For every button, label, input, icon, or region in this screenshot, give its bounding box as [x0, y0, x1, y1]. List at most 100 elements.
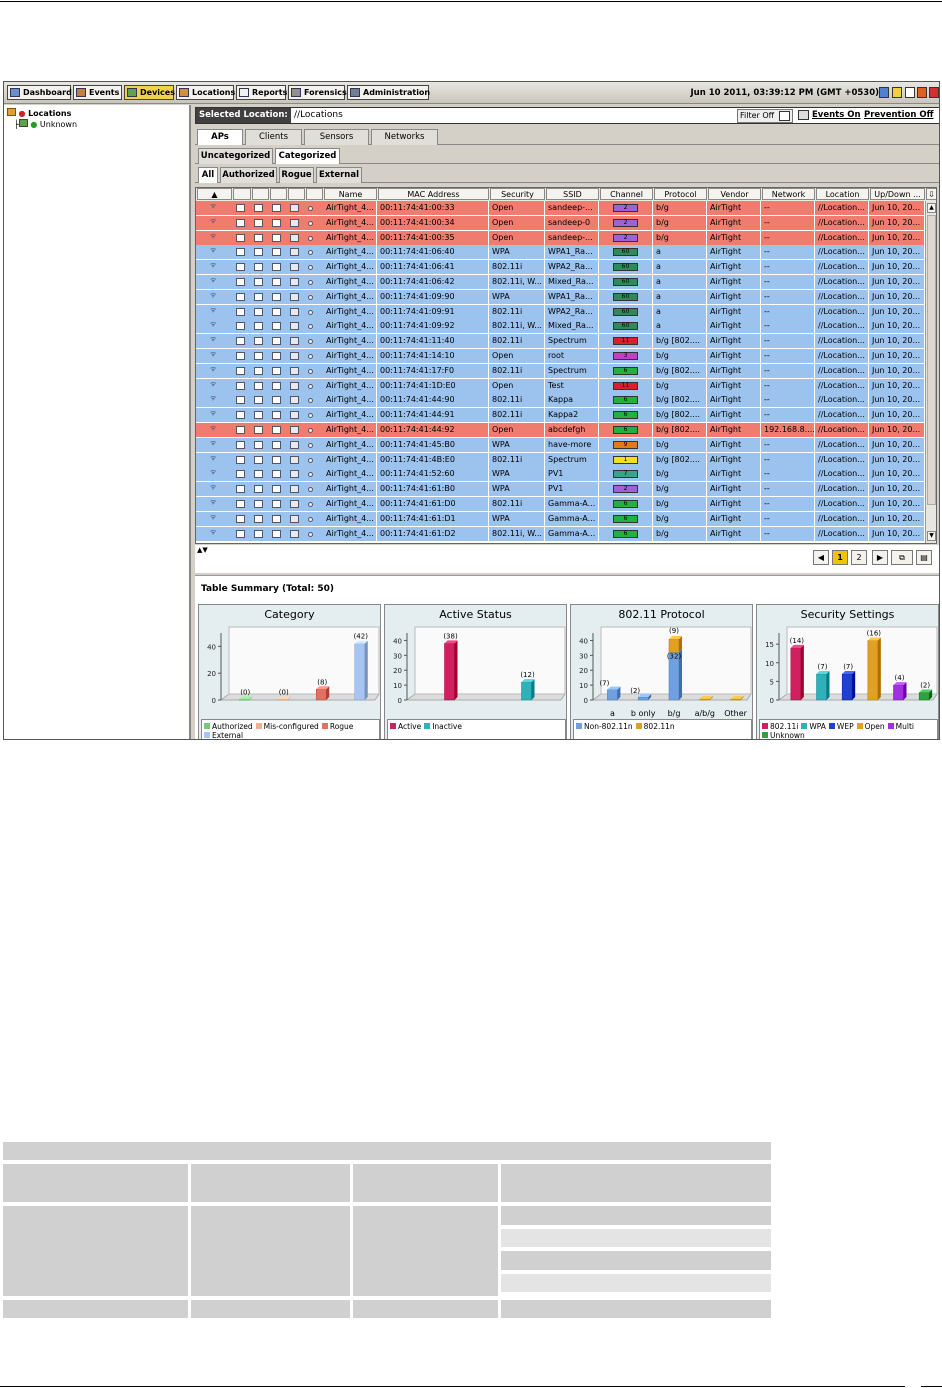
- tree-node-locations[interactable]: ● Locations: [7, 108, 71, 118]
- table-row[interactable]: ᯤ AirTight_4... 00:11:74:41:11:40 802.11i Sp…: [196, 334, 925, 350]
- cell-protocol: b/g [802....: [654, 452, 707, 467]
- column-header-channel[interactable]: Channel: [600, 188, 653, 200]
- tree-node-unknown[interactable]: ├ ● Unknown: [14, 119, 77, 129]
- cell-text: WPA2_Ra...: [548, 262, 593, 272]
- column-header-updown[interactable]: Up/Down ...: [870, 188, 925, 200]
- table-row[interactable]: ᯤ AirTight_4... 00:11:74:41:61:B0 WPA PV1 2 b/…: [196, 482, 925, 498]
- shield-icon: [290, 500, 299, 508]
- prev-page-button[interactable]: ◀: [813, 550, 829, 565]
- column-header-location[interactable]: Location: [816, 188, 869, 200]
- tab-rogue[interactable]: Rogue: [279, 167, 314, 183]
- tab-authorized[interactable]: Authorized: [220, 167, 277, 183]
- cell-text: //Location...: [818, 365, 865, 375]
- table-row[interactable]: ᯤ AirTight_4... 00:11:74:41:06:40 WPA WPA1_R…: [196, 245, 925, 261]
- bar: [699, 698, 711, 701]
- page-button-1[interactable]: 1: [832, 550, 848, 565]
- table-row[interactable]: ᯤ AirTight_4... 00:11:74:41:09:90 WPA WPA1_R…: [196, 289, 925, 305]
- table-scrollbar[interactable]: ▲ ▼: [925, 201, 936, 543]
- column-header-icon[interactable]: [288, 188, 305, 200]
- prevention-off-link[interactable]: Prevention Off: [864, 108, 933, 123]
- tab-uncategorized[interactable]: Uncategorized: [198, 148, 273, 164]
- column-header-icon[interactable]: [270, 188, 287, 200]
- tab-networks[interactable]: Networks: [371, 129, 438, 145]
- collapse-icon[interactable]: ▲▼: [197, 546, 208, 554]
- column-header-mac[interactable]: MAC Address: [378, 188, 489, 200]
- column-header-security[interactable]: Security: [490, 188, 545, 200]
- table-row[interactable]: ᯤ AirTight_4... 00:11:74:41:1D:E0 Open Test 1…: [196, 378, 925, 394]
- forensics-icon: [291, 88, 301, 97]
- tab-all[interactable]: All: [198, 167, 218, 183]
- table-row[interactable]: ᯤ AirTight_4... 00:11:74:41:17:F0 802.11i Sp…: [196, 363, 925, 379]
- table-row[interactable]: ᯤ AirTight_4... 00:11:74:41:44:90 802.11i Ka…: [196, 393, 925, 409]
- scroll-up-icon[interactable]: ▲: [927, 203, 936, 213]
- forensics-button[interactable]: Forensics: [288, 85, 347, 100]
- table-row[interactable]: ᯤ AirTight_4... 00:11:74:41:52:60 WPA PV1 7 b/…: [196, 467, 925, 483]
- table-row[interactable]: ᯤ AirTight_4... 00:11:74:41:44:91 802.11i Ka…: [196, 408, 925, 424]
- column-header-icon[interactable]: [252, 188, 269, 200]
- dashboard-button[interactable]: Dashboard: [7, 85, 72, 100]
- cell-protocol: b/g: [654, 230, 707, 245]
- column-header-icon[interactable]: [233, 188, 251, 200]
- sort-column-header[interactable]: ▲: [197, 188, 232, 200]
- table-row[interactable]: ᯤ AirTight_4... 00:11:74:41:45:B0 WPA have-m…: [196, 437, 925, 453]
- table-row[interactable]: ᯤ AirTight_4... 00:11:74:41:00:33 Open sande…: [196, 201, 925, 216]
- legend-item: WPA: [801, 722, 826, 731]
- events-button[interactable]: Events: [73, 85, 122, 100]
- cell-location: //Location...: [816, 304, 869, 319]
- column-header-vendor[interactable]: Vendor: [708, 188, 761, 200]
- reports-button[interactable]: Reports: [236, 85, 287, 100]
- devices-button[interactable]: Devices: [124, 85, 175, 100]
- tab-sensors[interactable]: Sensors: [304, 129, 369, 145]
- cell-network: --: [762, 378, 815, 393]
- column-header-name[interactable]: Name: [324, 188, 377, 200]
- table-row[interactable]: ᯤ AirTight_4... 00:11:74:41:61:D0 802.11i Ga…: [196, 497, 925, 512]
- table-row[interactable]: ᯤ AirTight_4... 00:11:74:41:14:10 Open root 3…: [196, 349, 925, 364]
- table-row[interactable]: ᯤ AirTight_4... 00:11:74:41:09:92 802.11i, …: [196, 319, 925, 335]
- column-chooser-icon[interactable]: ⇩: [926, 188, 936, 200]
- table-row[interactable]: ᯤ AirTight_4... 00:11:74:41:00:34 Open sande…: [196, 215, 925, 231]
- tab-external[interactable]: External: [316, 167, 362, 183]
- table-row[interactable]: ᯤ AirTight_4... 00:11:74:41:44:92 Open abcde…: [196, 423, 925, 438]
- legend-label: Active: [398, 722, 422, 731]
- list-icon[interactable]: [905, 87, 915, 98]
- filter-toggle[interactable]: Filter Off: [737, 109, 794, 123]
- scroll-thumb[interactable]: [927, 215, 936, 505]
- table-row[interactable]: ᯤ AirTight_4... 00:11:74:41:09:91 802.11i WP…: [196, 304, 925, 320]
- table-row[interactable]: ᯤ AirTight_4... 00:11:74:41:06:41 802.11i WP…: [196, 260, 925, 276]
- settings-icon[interactable]: [917, 87, 927, 98]
- table-row[interactable]: ᯤ AirTight_4... 00:11:74:41:61:D2 802.11i, …: [196, 526, 925, 542]
- cell-network: --: [762, 319, 815, 334]
- scroll-down-icon[interactable]: ▼: [927, 531, 936, 541]
- signal-icon: [272, 485, 281, 494]
- column-header-network[interactable]: Network: [762, 188, 815, 200]
- tab-categorized[interactable]: Categorized: [275, 148, 340, 164]
- column-header-ssid[interactable]: SSID: [546, 188, 599, 200]
- cell-text: 00:11:74:41:61:B0: [380, 484, 455, 494]
- print-icon[interactable]: ▤: [916, 550, 932, 565]
- cell-mac: 00:11:74:41:06:42: [378, 275, 489, 289]
- export-icon[interactable]: ⧉: [891, 550, 913, 565]
- wifi-icon: ᯤ: [210, 364, 217, 373]
- tab-aps[interactable]: APs: [197, 129, 243, 145]
- column-header-icon[interactable]: [306, 188, 323, 200]
- next-page-button[interactable]: ▶: [872, 550, 888, 565]
- refresh-icon[interactable]: [879, 87, 889, 98]
- events-on-link[interactable]: Events On: [798, 108, 861, 123]
- table-row[interactable]: ᯤ AirTight_4... 00:11:74:41:06:42 802.11i, …: [196, 275, 925, 290]
- help-icon[interactable]: [892, 87, 902, 98]
- cell-text: a: [656, 262, 661, 272]
- table-row[interactable]: ᯤ AirTight_4... 00:11:74:41:00:35 Open sande…: [196, 230, 925, 246]
- exit-icon[interactable]: [929, 87, 939, 98]
- locations-button[interactable]: Locations: [176, 85, 235, 100]
- shield-icon: [290, 366, 299, 375]
- cell-location: //Location...: [816, 334, 869, 349]
- table-row[interactable]: ᯤ AirTight_4... 00:11:74:41:4B:E0 802.11i Sp…: [196, 452, 925, 468]
- page-button-2[interactable]: 2: [851, 550, 867, 565]
- tab-clients[interactable]: Clients: [245, 129, 302, 145]
- y-tick-label: 5: [770, 678, 774, 686]
- table-row[interactable]: ᯤ AirTight_4... 00:11:74:41:61:D1 WPA Gamma-…: [196, 511, 925, 527]
- data-label: (2): [920, 682, 930, 690]
- administration-button[interactable]: Administration: [347, 85, 430, 100]
- cell-security: 802.11i, W...: [490, 319, 545, 334]
- column-header-protocol[interactable]: Protocol: [654, 188, 707, 200]
